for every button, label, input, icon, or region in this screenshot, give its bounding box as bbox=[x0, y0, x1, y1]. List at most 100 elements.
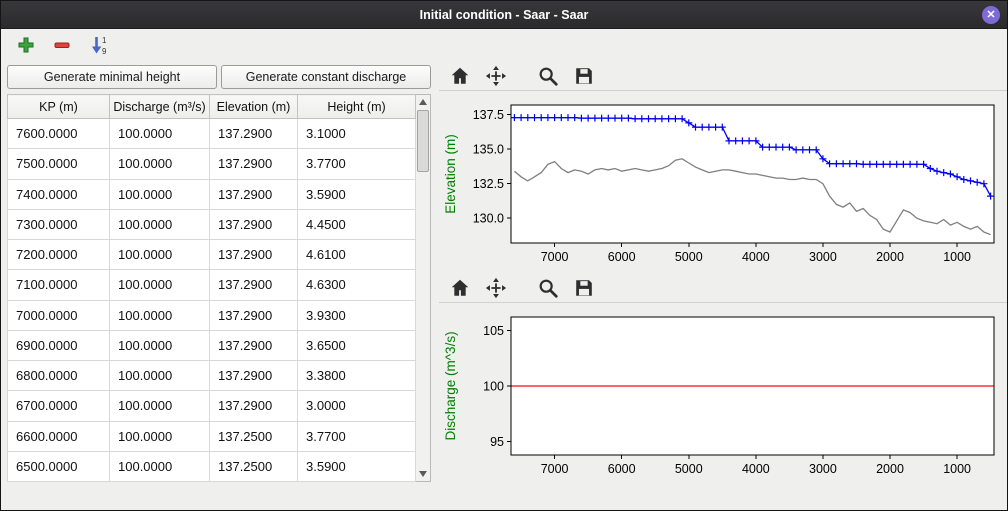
table-cell[interactable]: 100.0000 bbox=[110, 270, 210, 300]
table-cell[interactable]: 6600.0000 bbox=[8, 421, 110, 451]
save-button[interactable] bbox=[571, 63, 597, 89]
table-cell[interactable]: 3.5900 bbox=[298, 451, 416, 481]
table-cell[interactable]: 137.2900 bbox=[210, 270, 298, 300]
pan-button[interactable] bbox=[483, 63, 509, 89]
titlebar[interactable]: Initial condition - Saar - Saar ✕ bbox=[1, 1, 1007, 29]
plus-icon bbox=[17, 36, 35, 54]
table-cell[interactable]: 6700.0000 bbox=[8, 391, 110, 421]
zoom-button[interactable] bbox=[535, 275, 561, 301]
elevation-chart: 7000600050004000300020001000137.5135.013… bbox=[439, 93, 1004, 273]
table-cell[interactable]: 137.2500 bbox=[210, 451, 298, 481]
down-arrow-icon bbox=[419, 471, 427, 477]
pan-icon bbox=[485, 277, 507, 299]
column-header[interactable]: KP (m) bbox=[8, 95, 110, 119]
add-row-button[interactable] bbox=[15, 34, 37, 56]
column-header[interactable]: Discharge (m³/s) bbox=[110, 95, 210, 119]
x-tick-label: 6000 bbox=[608, 250, 636, 264]
window: Initial condition - Saar - Saar ✕ 1 9 bbox=[0, 0, 1008, 511]
x-tick-label: 7000 bbox=[541, 462, 569, 476]
table-cell[interactable]: 6800.0000 bbox=[8, 361, 110, 391]
table-cell[interactable]: 100.0000 bbox=[110, 330, 210, 360]
table-row: 7000.0000100.0000137.29003.9300 bbox=[8, 300, 416, 330]
y-axis-label: Elevation (m) bbox=[443, 134, 458, 214]
y-tick-label: 135.0 bbox=[473, 143, 504, 157]
home-icon bbox=[449, 277, 471, 299]
table-row: 7100.0000100.0000137.29004.6300 bbox=[8, 270, 416, 300]
elevation-chart-toolbar bbox=[439, 61, 1007, 91]
initial-condition-table[interactable]: KP (m)Discharge (m³/s)Elevation (m)Heigh… bbox=[7, 94, 416, 482]
table-cell[interactable]: 100.0000 bbox=[110, 119, 210, 149]
y-tick-label: 137.5 bbox=[473, 108, 504, 122]
table-cell[interactable]: 7300.0000 bbox=[8, 209, 110, 239]
pan-button[interactable] bbox=[483, 275, 509, 301]
table-cell[interactable]: 3.5900 bbox=[298, 179, 416, 209]
table-scrollbar[interactable] bbox=[416, 94, 431, 482]
table-cell[interactable]: 4.6300 bbox=[298, 270, 416, 300]
table-cell[interactable]: 100.0000 bbox=[110, 361, 210, 391]
table-cell[interactable]: 3.1000 bbox=[298, 119, 416, 149]
table-cell[interactable]: 100.0000 bbox=[110, 391, 210, 421]
column-header[interactable]: Elevation (m) bbox=[210, 95, 298, 119]
table-cell[interactable]: 7400.0000 bbox=[8, 179, 110, 209]
table-cell[interactable]: 6900.0000 bbox=[8, 330, 110, 360]
table-cell[interactable]: 6500.0000 bbox=[8, 451, 110, 481]
table-cell[interactable]: 4.4500 bbox=[298, 209, 416, 239]
column-header[interactable]: Height (m) bbox=[298, 95, 416, 119]
table-row: 7400.0000100.0000137.29003.5900 bbox=[8, 179, 416, 209]
table-cell[interactable]: 3.6500 bbox=[298, 330, 416, 360]
charts-panel: 7000600050004000300020001000137.5135.013… bbox=[433, 61, 1007, 492]
save-icon bbox=[573, 277, 595, 299]
table-cell[interactable]: 4.6100 bbox=[298, 240, 416, 270]
table-cell[interactable]: 137.2900 bbox=[210, 391, 298, 421]
table-cell[interactable]: 137.2500 bbox=[210, 421, 298, 451]
save-icon bbox=[573, 65, 595, 87]
table-cell[interactable]: 100.0000 bbox=[110, 240, 210, 270]
scrollbar-thumb[interactable] bbox=[417, 110, 429, 172]
table-cell[interactable]: 3.0000 bbox=[298, 391, 416, 421]
table-cell[interactable]: 137.2900 bbox=[210, 209, 298, 239]
table-cell[interactable]: 137.2900 bbox=[210, 119, 298, 149]
close-icon: ✕ bbox=[986, 9, 995, 21]
home-button[interactable] bbox=[447, 275, 473, 301]
generate-constant-discharge-button[interactable]: Generate constant discharge bbox=[221, 65, 431, 89]
zoom-button[interactable] bbox=[535, 63, 561, 89]
table-cell[interactable]: 7500.0000 bbox=[8, 149, 110, 179]
home-button[interactable] bbox=[447, 63, 473, 89]
table-cell[interactable]: 100.0000 bbox=[110, 179, 210, 209]
remove-row-button[interactable] bbox=[51, 34, 73, 56]
table-cell[interactable]: 7000.0000 bbox=[8, 300, 110, 330]
table-cell[interactable]: 7600.0000 bbox=[8, 119, 110, 149]
table-cell[interactable]: 100.0000 bbox=[110, 451, 210, 481]
table-cell[interactable]: 100.0000 bbox=[110, 209, 210, 239]
x-tick-label: 6000 bbox=[608, 462, 636, 476]
table-cell[interactable]: 3.3800 bbox=[298, 361, 416, 391]
table-row: 6500.0000100.0000137.25003.5900 bbox=[8, 451, 416, 481]
x-tick-label: 4000 bbox=[742, 250, 770, 264]
table-cell[interactable]: 3.9300 bbox=[298, 300, 416, 330]
save-button[interactable] bbox=[571, 275, 597, 301]
table-cell[interactable]: 100.0000 bbox=[110, 421, 210, 451]
table-cell[interactable]: 3.7700 bbox=[298, 149, 416, 179]
table-cell[interactable]: 137.2900 bbox=[210, 300, 298, 330]
home-icon bbox=[449, 65, 471, 87]
table-cell[interactable]: 100.0000 bbox=[110, 149, 210, 179]
y-tick-label: 95 bbox=[490, 435, 504, 449]
table-cell[interactable]: 137.2900 bbox=[210, 179, 298, 209]
table-cell[interactable]: 7200.0000 bbox=[8, 240, 110, 270]
close-button[interactable]: ✕ bbox=[982, 6, 1000, 24]
y-tick-label: 105 bbox=[483, 324, 504, 338]
table-cell[interactable]: 137.2900 bbox=[210, 149, 298, 179]
table-cell[interactable]: 137.2900 bbox=[210, 240, 298, 270]
table-cell[interactable]: 137.2900 bbox=[210, 361, 298, 391]
scroll-up-button[interactable] bbox=[416, 95, 430, 109]
table-cell[interactable]: 100.0000 bbox=[110, 300, 210, 330]
table-cell[interactable]: 3.7700 bbox=[298, 421, 416, 451]
y-tick-label: 132.5 bbox=[473, 177, 504, 191]
table-cell[interactable]: 7100.0000 bbox=[8, 270, 110, 300]
table-cell[interactable]: 137.2900 bbox=[210, 330, 298, 360]
sort-rows-button[interactable]: 1 9 bbox=[87, 33, 111, 57]
generate-minimal-height-button[interactable]: Generate minimal height bbox=[7, 65, 217, 89]
scroll-down-button[interactable] bbox=[416, 467, 430, 481]
window-title: Initial condition - Saar - Saar bbox=[420, 8, 589, 22]
table-row: 6600.0000100.0000137.25003.7700 bbox=[8, 421, 416, 451]
